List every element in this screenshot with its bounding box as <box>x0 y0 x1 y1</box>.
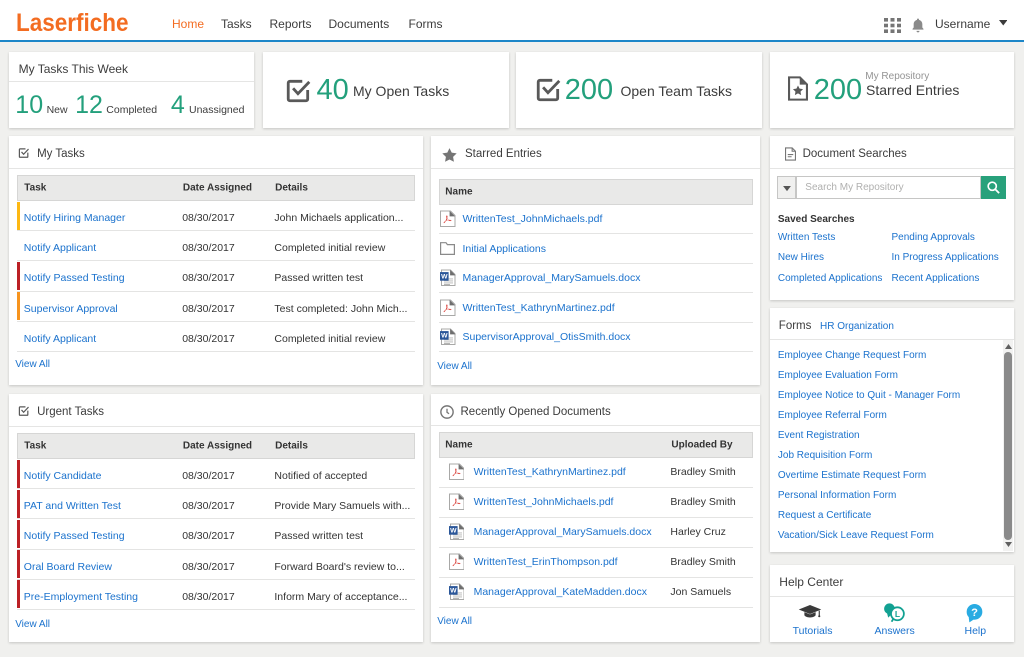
svg-text:?: ? <box>971 606 978 618</box>
svg-text:L: L <box>895 609 900 619</box>
